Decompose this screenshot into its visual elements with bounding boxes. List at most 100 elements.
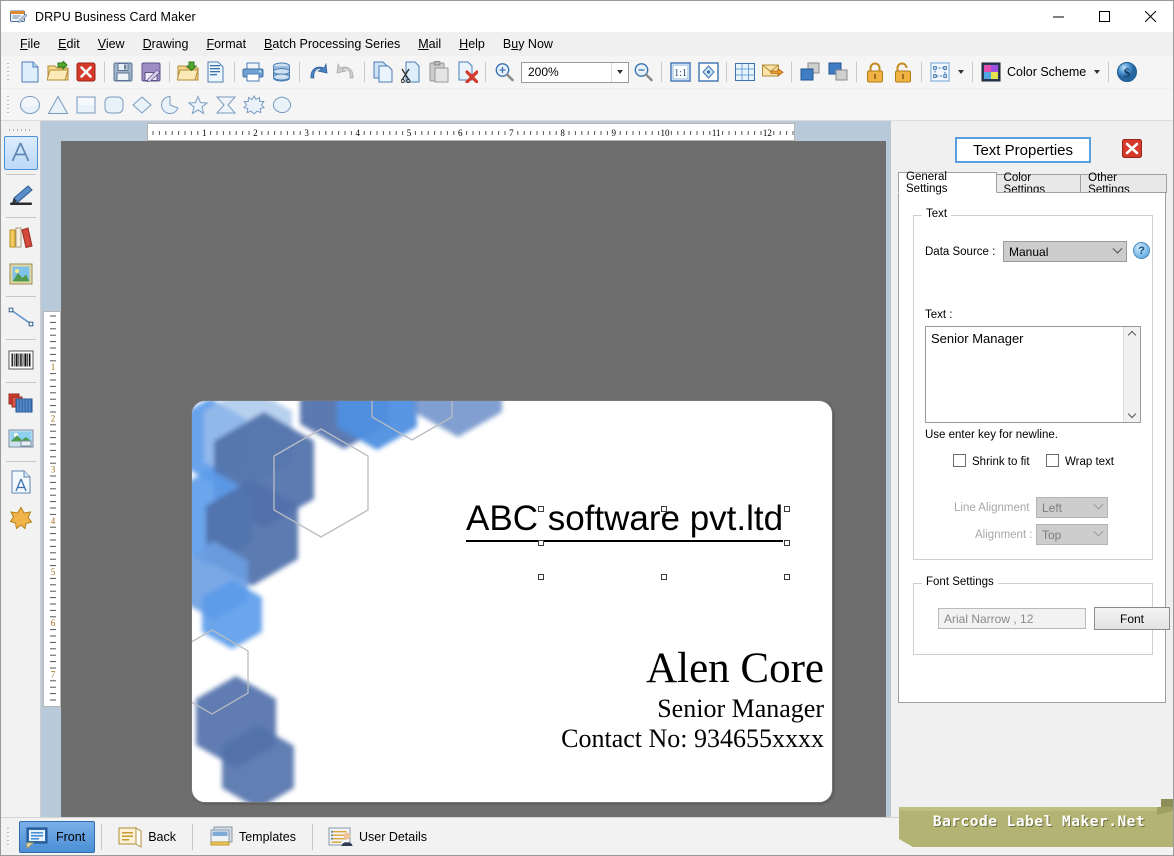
triangle-shape-icon[interactable]: [44, 92, 72, 118]
menu-item-batch-processing-series[interactable]: Batch Processing Series: [255, 34, 409, 54]
wrap-text-label[interactable]: Wrap text: [1065, 456, 1114, 468]
bottom-tab-back[interactable]: Back: [111, 821, 186, 853]
menu-item-file[interactable]: File: [11, 34, 49, 54]
ellipse-shape-icon[interactable]: [16, 92, 44, 118]
save-as-icon[interactable]: [137, 59, 165, 85]
scroll-down-arrow[interactable]: [1127, 406, 1137, 422]
library-tool[interactable]: [4, 222, 38, 256]
line-tool[interactable]: [4, 301, 38, 335]
menu-item-mail[interactable]: Mail: [409, 34, 450, 54]
diamond-shape-icon[interactable]: [128, 92, 156, 118]
menu-item-buy-now[interactable]: Buy Now: [494, 34, 562, 54]
alignment-select[interactable]: Top: [1036, 524, 1108, 545]
save-icon[interactable]: [109, 59, 137, 85]
text-input-area[interactable]: Senior Manager: [925, 326, 1141, 423]
bottom-tab-user-details[interactable]: User Details: [322, 821, 437, 853]
contact-number-text[interactable]: Contact No: 934655xxxx: [492, 724, 824, 754]
bottom-bar-grip[interactable]: [5, 825, 13, 848]
bottom-tab-templates[interactable]: Templates: [202, 821, 306, 853]
image-tool[interactable]: [4, 423, 38, 457]
tab-other-settings[interactable]: Other Settings: [1080, 172, 1167, 196]
font-button[interactable]: Font: [1094, 607, 1170, 630]
pencil-tool[interactable]: [4, 179, 38, 213]
copy-icon[interactable]: [369, 59, 397, 85]
handle-bottom-center[interactable]: [661, 574, 667, 580]
menu-item-help[interactable]: Help: [450, 34, 494, 54]
color-scheme-dropdown-arrow[interactable]: [1090, 59, 1104, 85]
minimize-button[interactable]: [1035, 1, 1081, 32]
burst-shape-icon[interactable]: [240, 92, 268, 118]
paste-icon[interactable]: [425, 59, 453, 85]
close-document-icon[interactable]: [72, 59, 100, 85]
picture-tool[interactable]: [4, 258, 38, 292]
open-folder-icon[interactable]: [44, 59, 72, 85]
zoom-actual-size-icon[interactable]: 1:1: [666, 59, 694, 85]
star4-shape-icon[interactable]: [212, 92, 240, 118]
tab-general-settings[interactable]: General Settings: [898, 171, 997, 195]
chevron-down-icon[interactable]: [1108, 243, 1126, 255]
panel-close-button[interactable]: [1121, 138, 1143, 160]
handle-middle-right[interactable]: [784, 540, 790, 546]
cloud-shape-icon[interactable]: [268, 92, 296, 118]
contact-block[interactable]: Alen Core Senior Manager Contact No: 934…: [492, 644, 824, 754]
zoom-in-icon[interactable]: [490, 59, 518, 85]
send-to-back-icon[interactable]: [824, 59, 852, 85]
mail-send-icon[interactable]: [759, 59, 787, 85]
business-card-design[interactable]: ABC software pvt.ltd Alen Core Senior Ma…: [191, 400, 833, 803]
grid-icon[interactable]: [731, 59, 759, 85]
toolbar-grip[interactable]: [5, 61, 13, 83]
text-input-value[interactable]: Senior Manager: [926, 327, 1123, 422]
bring-to-front-icon[interactable]: [796, 59, 824, 85]
chevron-down-icon[interactable]: [1089, 499, 1107, 511]
shapes-toolbar-grip[interactable]: [5, 93, 13, 116]
layers-tool[interactable]: [4, 387, 38, 421]
handle-middle-left[interactable]: [538, 540, 544, 546]
unlock-icon[interactable]: [889, 59, 917, 85]
redo-icon[interactable]: [332, 59, 360, 85]
shrink-to-fit-checkbox[interactable]: [953, 454, 966, 467]
wrap-text-checkbox[interactable]: [1046, 454, 1059, 467]
rectangle-shape-icon[interactable]: [72, 92, 100, 118]
color-scheme-icon[interactable]: [977, 59, 1005, 85]
close-button[interactable]: [1127, 1, 1173, 32]
menu-item-edit[interactable]: Edit: [49, 34, 89, 54]
maximize-button[interactable]: [1081, 1, 1127, 32]
text-area-scrollbar[interactable]: [1123, 327, 1140, 422]
undo-icon[interactable]: [304, 59, 332, 85]
scroll-up-arrow[interactable]: [1127, 327, 1137, 343]
job-title-text[interactable]: Senior Manager: [492, 694, 824, 724]
menu-item-drawing[interactable]: Drawing: [134, 34, 198, 54]
dollar-icon[interactable]: $: [1113, 59, 1141, 85]
left-rail-grip[interactable]: [8, 127, 33, 133]
handle-top-right[interactable]: [784, 506, 790, 512]
person-name-text[interactable]: Alen Core: [492, 644, 824, 694]
company-name-text[interactable]: ABC software pvt.ltd: [466, 499, 824, 542]
handle-bottom-right[interactable]: [784, 574, 790, 580]
handle-top-center[interactable]: [661, 506, 667, 512]
delete-icon[interactable]: [453, 59, 481, 85]
import-icon[interactable]: [174, 59, 202, 85]
report-icon[interactable]: [202, 59, 230, 85]
menu-item-format[interactable]: Format: [197, 34, 255, 54]
pie-shape-icon[interactable]: [156, 92, 184, 118]
line-alignment-select[interactable]: Left: [1036, 497, 1108, 518]
star5-shape-icon[interactable]: [184, 92, 212, 118]
menu-item-view[interactable]: View: [89, 34, 134, 54]
select-mode-icon[interactable]: [926, 59, 954, 85]
color-scheme-label[interactable]: Color Scheme: [1007, 65, 1086, 79]
canvas-scroll-area[interactable]: ABC software pvt.ltd Alen Core Senior Ma…: [41, 121, 891, 817]
question-mark-icon[interactable]: ?: [1133, 242, 1150, 259]
zoom-fit-icon[interactable]: [694, 59, 722, 85]
tab-color-settings[interactable]: Color Settings: [995, 172, 1082, 196]
print-icon[interactable]: [239, 59, 267, 85]
database-icon[interactable]: [267, 59, 295, 85]
rounded-rectangle-shape-icon[interactable]: [100, 92, 128, 118]
zoom-combobox[interactable]: 200%: [521, 61, 629, 83]
cut-icon[interactable]: [397, 59, 425, 85]
zoom-dropdown-arrow[interactable]: [611, 62, 628, 82]
chevron-down-icon[interactable]: [1089, 526, 1107, 538]
shrink-to-fit-label[interactable]: Shrink to fit: [972, 456, 1030, 468]
lock-icon[interactable]: [861, 59, 889, 85]
select-mode-dropdown[interactable]: [954, 59, 968, 85]
text-tool[interactable]: [3, 136, 38, 170]
